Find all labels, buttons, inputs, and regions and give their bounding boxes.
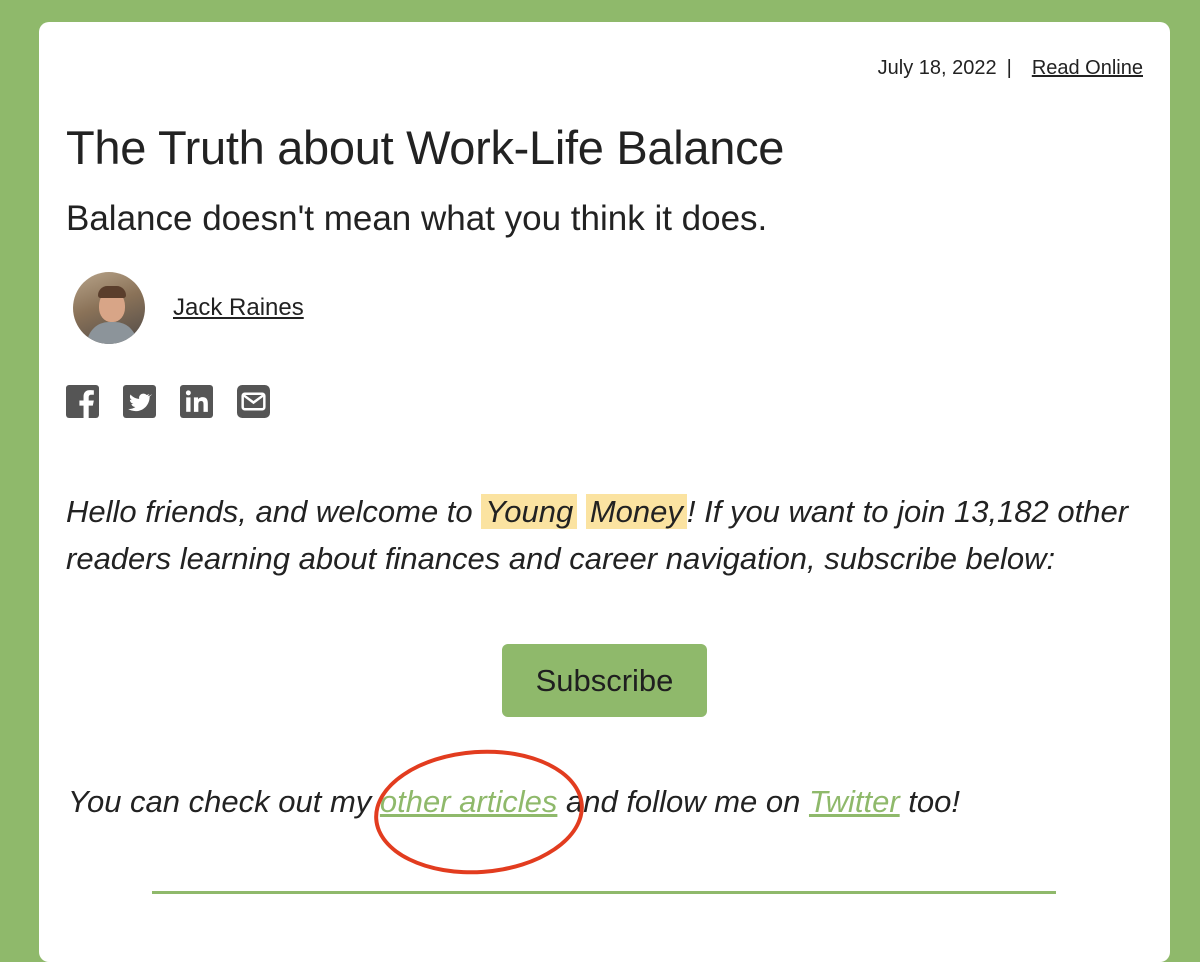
header-meta: July 18, 2022 | Read Online (878, 57, 1143, 80)
header-separator: | (1006, 57, 1012, 79)
author-row: Jack Raines (73, 272, 304, 344)
author-link[interactable]: Jack Raines (173, 294, 304, 322)
article-subtitle: Balance doesn't mean what you think it d… (66, 199, 768, 238)
linkedin-icon[interactable] (180, 385, 213, 418)
subscribe-button[interactable]: Subscribe (502, 644, 707, 717)
twitter-link[interactable]: Twitter (809, 784, 900, 819)
twitter-icon[interactable] (123, 385, 156, 418)
email-icon[interactable] (237, 385, 270, 418)
article-title: The Truth about Work-Life Balance (66, 121, 785, 174)
intro-paragraph: Hello friends, and welcome to Young Mone… (66, 488, 1151, 582)
avatar (73, 272, 145, 344)
facebook-icon[interactable] (66, 385, 99, 418)
read-online-link[interactable]: Read Online (1032, 57, 1143, 80)
follow-text-2: and follow me on (557, 784, 809, 819)
issue-date: July 18, 2022 (877, 57, 997, 79)
highlight-young: Young (481, 494, 578, 529)
follow-text-3: too! (899, 784, 960, 819)
email-card: July 18, 2022 | Read Online The Truth ab… (39, 22, 1170, 962)
highlight-money: Money (585, 494, 687, 529)
share-icons (66, 385, 270, 418)
intro-text-1: Hello friends, and welcome to (66, 494, 482, 529)
annotation-circle (369, 742, 589, 882)
follow-text-1: You can check out my (68, 784, 380, 819)
divider (152, 891, 1056, 894)
